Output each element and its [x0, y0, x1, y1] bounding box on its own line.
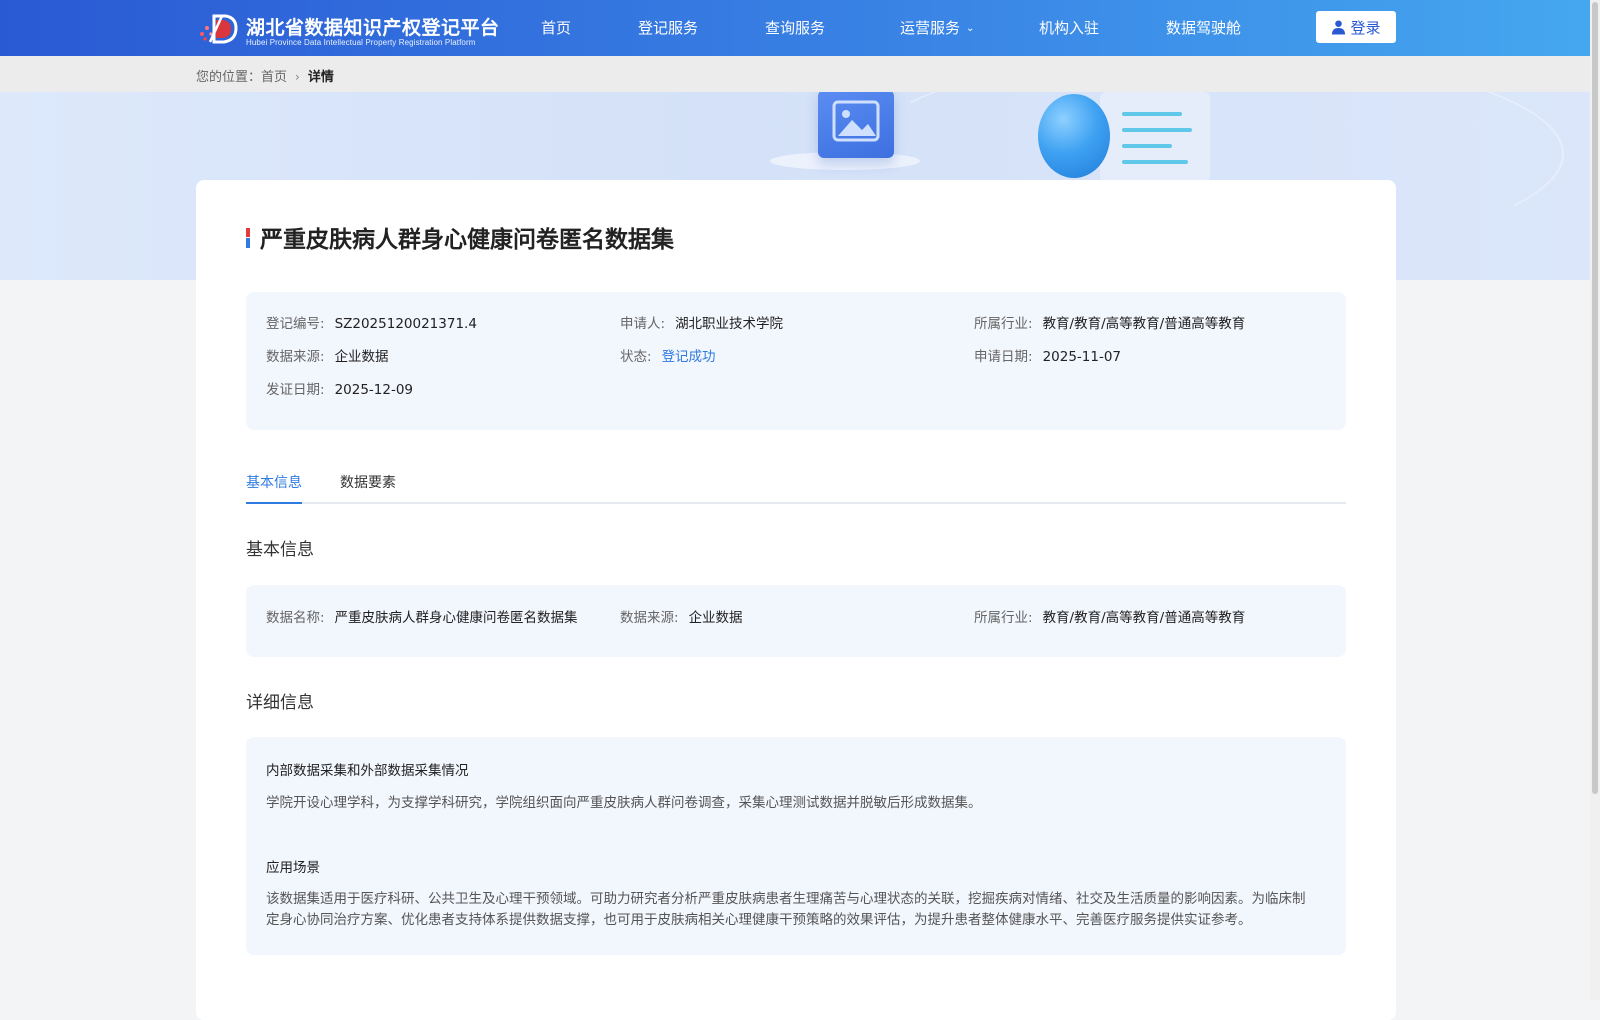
breadcrumb-current: 详情 [307, 70, 334, 85]
detail-card: 严重皮肤病人群身心健康问卷匿名数据集 登记编号: SZ2025120021371.… [196, 180, 1396, 1020]
field-label: 发证日期: [266, 382, 325, 398]
nav-registration[interactable]: 登记服务 [638, 17, 698, 38]
chevron-down-icon: ⌄ [966, 23, 975, 34]
hero-decoration-card [1100, 92, 1210, 182]
field-label: 所属行业: [974, 610, 1033, 626]
field-value: 2025-11-07 [1042, 349, 1122, 365]
field-value: 企业数据 [334, 349, 389, 365]
breadcrumb-home-link[interactable]: 首页 [261, 70, 287, 85]
hero-decoration-sphere [1038, 94, 1110, 178]
top-navbar: 湖北省数据知识产权登记平台 Hubei Province Data Intell… [0, 0, 1600, 56]
summary-status: 状态: 登记成功 [620, 345, 716, 365]
scenario-text: 该数据集适用于医疗科研、公共卫生及心理干预领域。可助力研究者分析严重皮肤病患者生… [266, 891, 1306, 928]
field-label: 数据来源: [620, 610, 679, 626]
nav-label: 机构入驻 [1039, 19, 1100, 37]
page-scrollbar[interactable] [1590, 0, 1600, 1000]
page-title: 严重皮肤病人群身心健康问卷匿名数据集 [260, 226, 674, 253]
hero-decoration-line [1122, 160, 1188, 164]
summary-panel: 登记编号: SZ2025120021371.4 申请人: 湖北职业技术学院 所属行业… [246, 292, 1346, 430]
login-button[interactable]: 登录 [1316, 11, 1396, 43]
field-label: 所属行业: [974, 316, 1033, 332]
field-value: 严重皮肤病人群身心健康问卷匿名数据集 [334, 610, 578, 626]
login-label: 登录 [1350, 18, 1381, 37]
field-value: 企业数据 [688, 610, 743, 626]
tab-basic-info[interactable]: 基本信息 [246, 472, 302, 504]
field-value: 2025-12-09 [334, 382, 414, 398]
breadcrumb-bar: 您的位置：首页 › 详情 [0, 56, 1600, 92]
summary-data-source: 数据来源: 企业数据 [266, 345, 389, 365]
summary-apply-date: 申请日期: 2025-11-07 [974, 345, 1121, 365]
field-label: 申请日期: [974, 349, 1033, 365]
field-value: 教育/教育/高等教育/普通高等教育 [1042, 316, 1246, 332]
title-flag-icon [246, 228, 250, 248]
hero-decoration-line [1122, 144, 1172, 148]
field-label: 状态: [620, 349, 652, 365]
logo-title: 湖北省数据知识产权登记平台 [246, 17, 500, 39]
nav-operations[interactable]: 运营服务 ⌄ [900, 17, 974, 38]
image-icon [818, 92, 894, 158]
scenario-heading: 应用场景 [266, 860, 320, 876]
basic-info-heading: 基本信息 [246, 540, 314, 560]
scrollbar-thumb[interactable] [1592, 2, 1598, 794]
field-label: 申请人: [620, 316, 666, 332]
nav-label: 查询服务 [765, 19, 826, 37]
summary-registration-no: 登记编号: SZ2025120021371.4 [266, 312, 477, 332]
detail-info-panel: 内部数据采集和外部数据采集情况 学院开设心理学科，为支撑学科研究，学院组织面向严… [246, 737, 1346, 955]
tab-data-elements[interactable]: 数据要素 [340, 472, 396, 502]
nav-label: 运营服务 [900, 19, 961, 37]
nav-data-cockpit[interactable]: 数据驾驶舱 [1166, 17, 1241, 38]
hero-decoration-line [1122, 128, 1192, 132]
field-label: 数据来源: [266, 349, 325, 365]
field-label: 数据名称: [266, 610, 325, 626]
detail-info-heading: 详细信息 [246, 693, 314, 713]
logo-mark-icon [200, 14, 238, 44]
logo-subtitle: Hubei Province Data Intellectual Propert… [246, 38, 476, 47]
field-value: SZ2025120021371.4 [334, 316, 477, 332]
summary-issue-date: 发证日期: 2025-12-09 [266, 378, 413, 398]
field-value: 教育/教育/高等教育/普通高等教育 [1042, 610, 1246, 626]
field-label: 登记编号: [266, 316, 325, 332]
detail-tabs: 基本信息 数据要素 [246, 472, 1346, 504]
collection-heading: 内部数据采集和外部数据采集情况 [266, 763, 469, 779]
basic-data-name: 数据名称: 严重皮肤病人群身心健康问卷匿名数据集 [266, 606, 578, 626]
basic-data-source: 数据来源: 企业数据 [620, 606, 743, 626]
nav-label: 数据驾驶舱 [1166, 19, 1242, 37]
site-logo[interactable]: 湖北省数据知识产权登记平台 Hubei Province Data Intell… [196, 10, 499, 48]
chevron-right-icon: › [295, 70, 300, 84]
nav-institutions[interactable]: 机构入驻 [1039, 17, 1099, 38]
basic-info-panel: 数据名称: 严重皮肤病人群身心健康问卷匿名数据集 数据来源: 企业数据 所属行业: 教… [246, 585, 1346, 657]
field-value: 湖北职业技术学院 [675, 316, 784, 332]
basic-industry: 所属行业: 教育/教育/高等教育/普通高等教育 [974, 606, 1245, 626]
summary-applicant: 申请人: 湖北职业技术学院 [620, 312, 783, 332]
hero-decoration-line [1122, 112, 1182, 116]
nav-home[interactable]: 首页 [541, 17, 571, 38]
nav-label: 首页 [541, 19, 572, 37]
breadcrumb-prefix: 您的位置： [196, 70, 262, 85]
nav-query[interactable]: 查询服务 [765, 17, 825, 38]
breadcrumb: 您的位置：首页 › 详情 [196, 66, 334, 85]
user-icon [1332, 20, 1346, 35]
collection-text: 学院开设心理学科，为支撑学科研究，学院组织面向严重皮肤病人群问卷调查，采集心理测… [266, 795, 982, 811]
status-badge: 登记成功 [661, 349, 716, 365]
summary-industry: 所属行业: 教育/教育/高等教育/普通高等教育 [974, 312, 1245, 332]
nav-label: 登记服务 [638, 19, 699, 37]
